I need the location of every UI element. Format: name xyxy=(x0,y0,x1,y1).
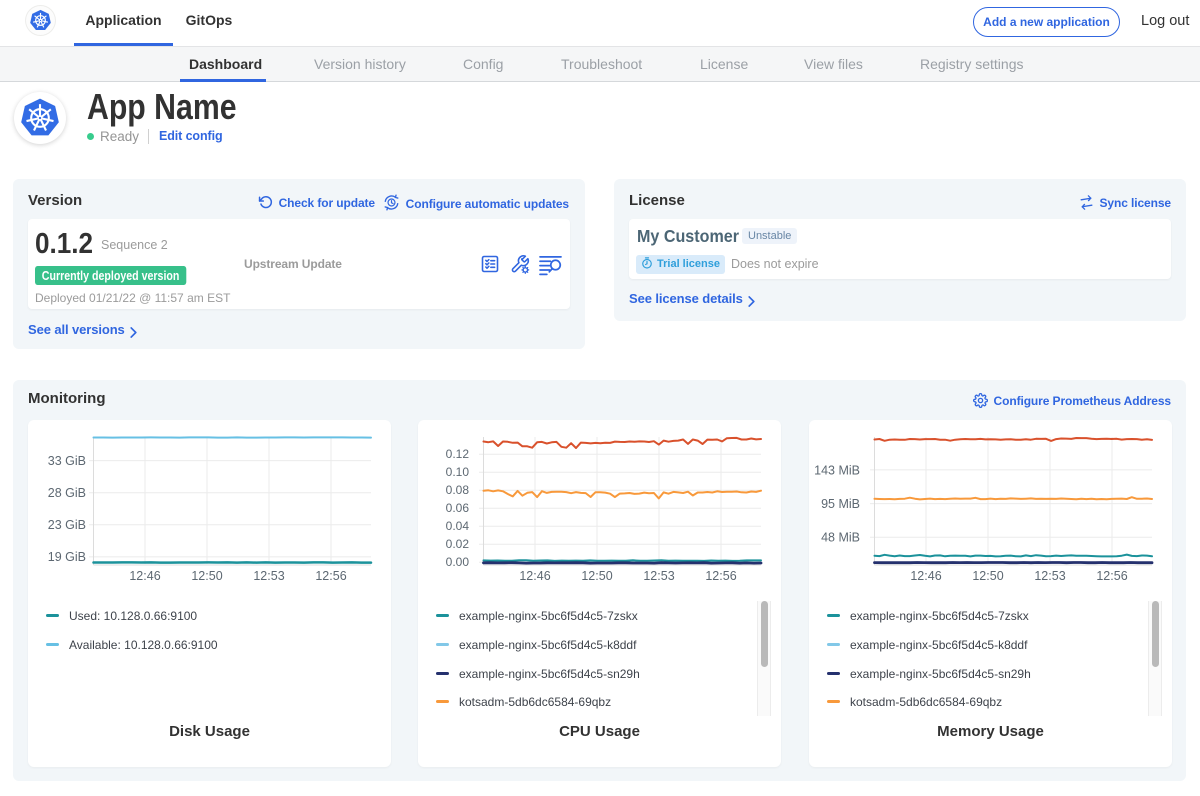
svg-text:0.08: 0.08 xyxy=(446,483,470,497)
svg-text:0.10: 0.10 xyxy=(446,465,470,479)
svg-text:12:53: 12:53 xyxy=(253,569,284,583)
svg-text:12:53: 12:53 xyxy=(643,569,674,583)
svg-text:95 MiB: 95 MiB xyxy=(821,497,860,511)
svg-text:12:53: 12:53 xyxy=(1034,569,1065,583)
svg-text:12:56: 12:56 xyxy=(705,569,736,583)
svg-text:12:50: 12:50 xyxy=(581,569,612,583)
svg-text:48 MiB: 48 MiB xyxy=(821,531,860,545)
svg-text:0.00: 0.00 xyxy=(446,555,470,569)
svg-text:143 MiB: 143 MiB xyxy=(814,463,860,477)
svg-text:12:56: 12:56 xyxy=(315,569,346,583)
svg-text:0.06: 0.06 xyxy=(446,501,470,515)
svg-text:28 GiB: 28 GiB xyxy=(48,486,86,500)
svg-text:0.02: 0.02 xyxy=(446,537,470,551)
svg-text:12:46: 12:46 xyxy=(129,569,160,583)
svg-text:12:50: 12:50 xyxy=(972,569,1003,583)
svg-text:12:46: 12:46 xyxy=(910,569,941,583)
svg-text:12:56: 12:56 xyxy=(1096,569,1127,583)
svg-text:12:46: 12:46 xyxy=(519,569,550,583)
svg-text:33 GiB: 33 GiB xyxy=(48,454,86,468)
svg-text:0.12: 0.12 xyxy=(446,447,470,461)
svg-text:19 GiB: 19 GiB xyxy=(48,550,86,564)
svg-text:12:50: 12:50 xyxy=(191,569,222,583)
svg-text:0.04: 0.04 xyxy=(446,519,470,533)
svg-text:23 GiB: 23 GiB xyxy=(48,518,86,532)
